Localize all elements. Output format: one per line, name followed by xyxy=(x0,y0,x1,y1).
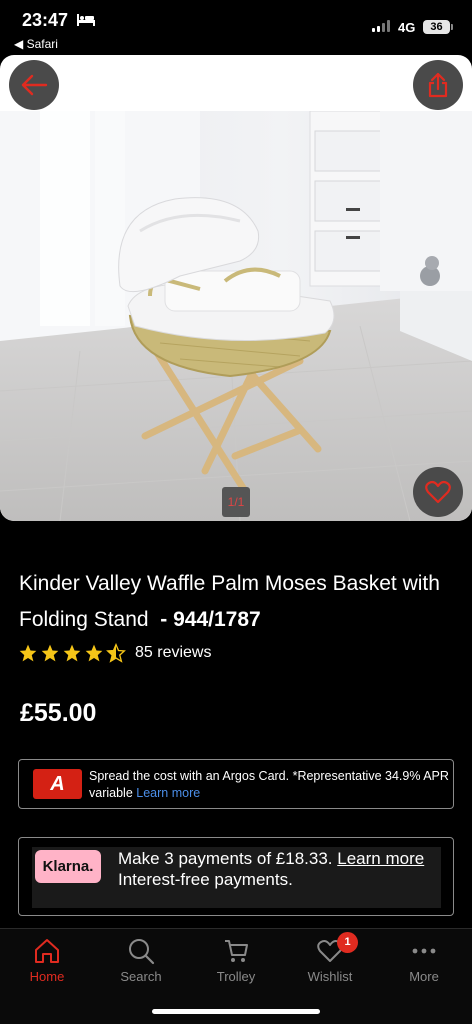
klarna-logo: Klarna. xyxy=(35,850,101,883)
rating-row[interactable]: 85 reviews xyxy=(18,641,211,665)
signal-icon xyxy=(372,20,392,32)
argos-learn-more-link[interactable]: Learn more xyxy=(136,786,200,800)
add-to-wishlist-button[interactable] xyxy=(413,467,463,517)
nav-search-label: Search xyxy=(120,969,162,984)
half-star-icon xyxy=(106,643,126,663)
star-rating xyxy=(18,643,126,663)
nav-trolley[interactable]: Trolley xyxy=(189,929,283,993)
home-icon xyxy=(35,939,59,963)
klarna-promo: Klarna. Make 3 payments of £18.33. Learn… xyxy=(18,837,454,916)
nav-more-label: More xyxy=(409,969,439,984)
arrow-left-icon xyxy=(21,74,48,96)
product-price: £55.00 xyxy=(20,699,97,727)
nav-trolley-label: Trolley xyxy=(216,969,256,984)
product-code: - 944/1787 xyxy=(160,608,261,631)
share-icon xyxy=(428,72,448,98)
star-icon xyxy=(85,644,103,662)
klarna-line2: Interest-free payments. xyxy=(118,870,293,889)
bed-icon xyxy=(77,14,95,26)
review-count[interactable]: 85 reviews xyxy=(135,644,211,662)
network-type: 4G xyxy=(398,20,416,35)
nav-home-label: Home xyxy=(29,969,65,984)
klarna-line1: Make 3 payments of £18.33. Learn more xyxy=(118,849,425,868)
back-button[interactable] xyxy=(9,60,59,110)
product-image-card: 1/1 xyxy=(0,55,472,521)
nav-home[interactable]: Home xyxy=(0,929,94,993)
search-icon xyxy=(129,939,155,965)
nav-wishlist-label: Wishlist xyxy=(307,969,353,984)
status-bar: 23:47 ◀ Safari 4G 36 xyxy=(0,0,472,54)
wishlist-badge: 1 xyxy=(337,932,358,953)
argos-card-text: Spread the cost with an Argos Card. *Rep… xyxy=(89,769,449,800)
trolley-icon xyxy=(225,940,248,962)
nav-more[interactable]: More xyxy=(377,929,471,993)
status-time: 23:47 xyxy=(22,10,69,30)
back-to-safari-link[interactable]: ◀ Safari xyxy=(14,37,58,51)
nav-wishlist[interactable]: 1 Wishlist xyxy=(283,929,377,993)
nav-search[interactable]: Search xyxy=(94,929,188,993)
argos-card-promo: A Spread the cost with an Argos Card. *R… xyxy=(18,759,454,809)
share-button[interactable] xyxy=(413,60,463,110)
heart-icon xyxy=(425,480,451,504)
battery-icon: 36 xyxy=(423,20,453,34)
more-icon xyxy=(412,948,436,954)
star-icon xyxy=(41,644,59,662)
home-indicator[interactable] xyxy=(152,1009,320,1014)
star-icon xyxy=(63,644,81,662)
klarna-inner: Klarna. Make 3 payments of £18.33. Learn… xyxy=(32,847,441,908)
argos-card-logo: A xyxy=(33,769,82,799)
product-title: Kinder Valley Waffle Palm Moses Basket w… xyxy=(19,566,459,638)
product-photo[interactable] xyxy=(0,111,472,521)
klarna-learn-more-link[interactable]: Learn more xyxy=(337,849,424,868)
star-icon xyxy=(19,644,37,662)
image-pager: 1/1 xyxy=(222,487,250,517)
